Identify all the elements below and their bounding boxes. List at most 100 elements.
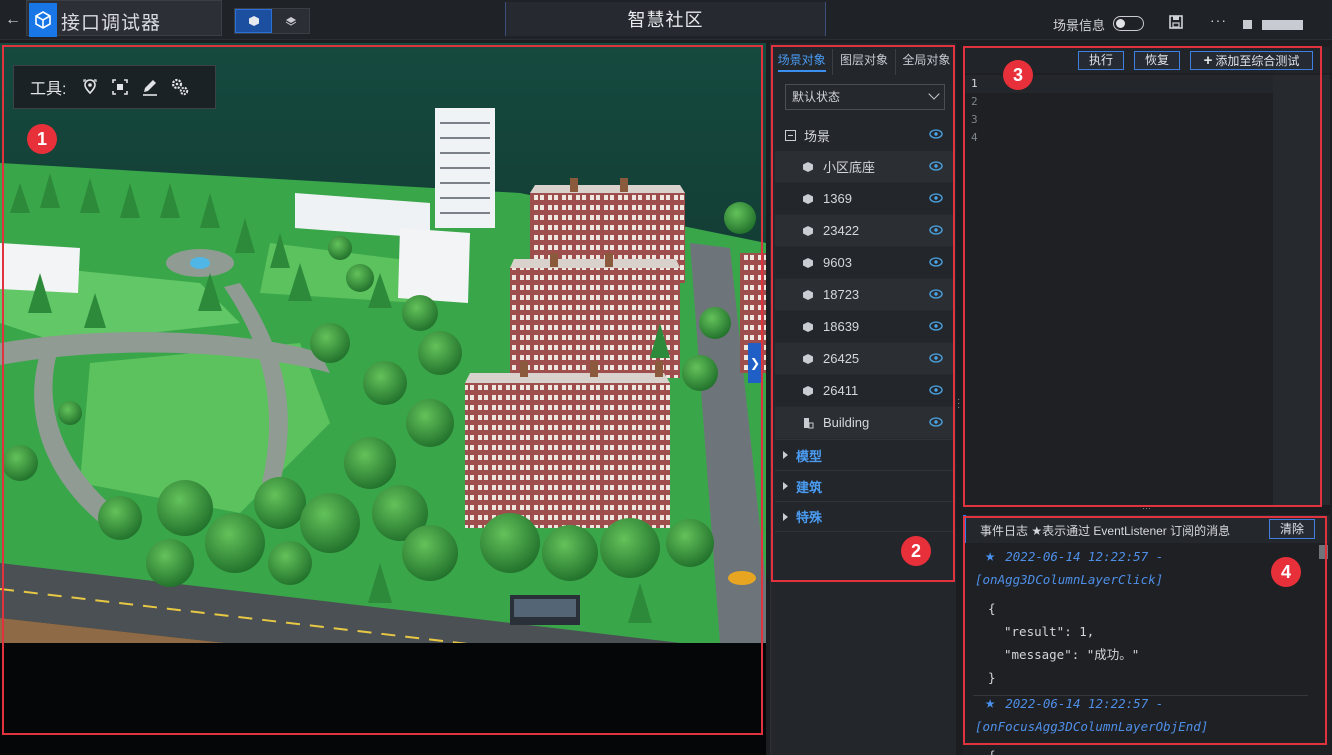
back-arrow-icon[interactable]: ←	[4, 10, 22, 30]
cube-icon	[801, 320, 815, 334]
code-editor: 执行 恢复 + 添加至综合测试 1 2 3 4	[963, 47, 1330, 505]
log-entry: ★ 2022-06-14 12:22:57 - [onFocusAgg3DColu…	[963, 692, 1318, 755]
event-log-panel: 事件日志 ★表示通过 EventListener 订阅的消息 清除 ★ 2022-…	[963, 515, 1330, 755]
code-area[interactable]: 1 2 3 4	[963, 75, 1273, 505]
eye-icon[interactable]	[929, 225, 943, 235]
chevron-down-icon	[928, 88, 940, 100]
tree-item[interactable]: 小区底座	[775, 151, 953, 183]
user-avatar[interactable]	[1243, 20, 1252, 29]
cube-icon	[801, 288, 815, 302]
tree-group-special[interactable]: 特殊	[775, 501, 953, 532]
cube-icon	[248, 16, 259, 26]
tree-item[interactable]: 26411	[775, 375, 953, 407]
tree-group-model[interactable]: 模型	[775, 439, 953, 470]
cube-icon	[801, 224, 815, 238]
restore-button[interactable]: 恢复	[1134, 51, 1180, 70]
splitter-grip-icon[interactable]: · · ·	[957, 395, 960, 413]
tree-group-label: 建筑	[796, 479, 823, 495]
tree-item[interactable]: 26425	[775, 343, 953, 375]
eye-icon[interactable]	[929, 417, 943, 427]
run-button[interactable]: 执行	[1078, 51, 1124, 70]
scene-tree: 场景 小区底座 1369 23422 9603 18723 18639 2642…	[775, 119, 953, 532]
add-to-test-label: 添加至综合测试	[1215, 54, 1300, 68]
tab-scene-objects[interactable]: 场景对象	[771, 49, 834, 75]
state-select-value: 默认状态	[792, 90, 841, 104]
view-3d-button[interactable]	[235, 9, 272, 33]
tree-item-label: Building	[823, 415, 870, 430]
tree-root-label: 场景	[804, 128, 831, 144]
add-to-test-button[interactable]: + 添加至综合测试	[1190, 51, 1313, 70]
line-number: 3	[971, 113, 978, 126]
tree-item[interactable]: Building	[775, 407, 953, 439]
tree-item-label: 18639	[823, 319, 860, 334]
pen-icon[interactable]	[140, 77, 160, 97]
eye-icon[interactable]	[929, 321, 943, 331]
eye-icon[interactable]	[929, 385, 943, 395]
building-icon	[801, 416, 815, 430]
view-layer-button[interactable]	[272, 9, 309, 33]
tab-global-objects[interactable]: 全局对象	[896, 49, 957, 75]
scene-title-box: 智慧社区	[505, 2, 826, 36]
plus-icon: +	[1203, 52, 1213, 69]
json-line: "message": "成功。"	[1004, 647, 1140, 662]
tree-item-label: 23422	[823, 223, 860, 238]
tree-item-label: 1369	[823, 191, 852, 206]
app-logo-icon	[29, 3, 57, 37]
log-scrollbar[interactable]	[1319, 545, 1328, 559]
eye-icon[interactable]	[929, 193, 943, 203]
tab-layer-objects[interactable]: 图层对象	[833, 49, 896, 75]
log-entry-event: [onFocusAgg3DColumnLayerObjEnd]	[975, 719, 1209, 734]
caret-right-icon	[783, 451, 788, 459]
log-entry-time: 2022-06-14 12:22:57 -	[1005, 696, 1164, 711]
annotation-badge-2: 2	[901, 536, 931, 566]
scene-info-toggle[interactable]	[1113, 16, 1144, 31]
tree-group-building[interactable]: 建筑	[775, 470, 953, 501]
state-select[interactable]: 默认状态	[785, 84, 945, 110]
event-log-title: 事件日志 ★表示通过 EventListener 订阅的消息	[980, 524, 1231, 538]
cube-icon	[801, 384, 815, 398]
caret-right-icon	[783, 482, 788, 490]
horizontal-splitter[interactable]: ···	[963, 504, 1330, 515]
layers-icon	[285, 17, 296, 26]
eye-icon[interactable]	[929, 353, 943, 363]
line-number: 2	[971, 95, 978, 108]
eye-icon[interactable]	[929, 257, 943, 267]
eye-icon[interactable]	[929, 161, 943, 171]
cube-icon	[801, 160, 815, 174]
json-line: }	[988, 670, 996, 685]
scene-viewport[interactable]: 工具: ❯	[0, 43, 766, 755]
json-line: "result": 1,	[1004, 624, 1095, 639]
json-line: {	[963, 744, 1318, 755]
collapse-icon[interactable]	[785, 129, 796, 141]
tree-item[interactable]: 1369	[775, 183, 953, 215]
city-scene-render[interactable]	[0, 43, 766, 755]
tree-item[interactable]: 18639	[775, 311, 953, 343]
user-name-redacted	[1262, 20, 1303, 30]
tree-item-label: 26425	[823, 351, 860, 366]
editor-minimap[interactable]	[1273, 75, 1330, 505]
tree-item-label: 小区底座	[823, 160, 876, 175]
scene-title: 智慧社区	[627, 10, 704, 30]
more-icon[interactable]: ···	[1210, 12, 1227, 28]
location-pin-icon[interactable]	[80, 77, 100, 97]
clear-log-button[interactable]: 清除	[1269, 519, 1315, 539]
settings-gears-icon[interactable]	[170, 77, 190, 97]
object-tabs: 场景对象 图层对象 全局对象	[771, 49, 957, 75]
eye-icon[interactable]	[929, 129, 943, 139]
focus-frame-icon[interactable]	[110, 77, 130, 97]
tool-label: 工具:	[30, 81, 67, 98]
log-entry-header: ★ 2022-06-14 12:22:57 -	[963, 545, 1318, 568]
tree-item[interactable]: 18723	[775, 279, 953, 311]
tree-root-scene[interactable]: 场景	[775, 119, 953, 151]
cube-icon	[801, 352, 815, 366]
cube-icon	[801, 192, 815, 206]
tree-item-label: 26411	[823, 383, 859, 398]
tree-item-label: 9603	[823, 255, 852, 270]
save-icon[interactable]	[1169, 15, 1183, 29]
tree-item[interactable]: 9603	[775, 247, 953, 279]
eye-icon[interactable]	[929, 289, 943, 299]
star-icon: ★	[985, 693, 996, 713]
panel-expand-chevron-icon[interactable]: ❯	[748, 343, 762, 383]
app-title-box: 接口调试器	[26, 0, 222, 37]
tree-item[interactable]: 23422	[775, 215, 953, 247]
